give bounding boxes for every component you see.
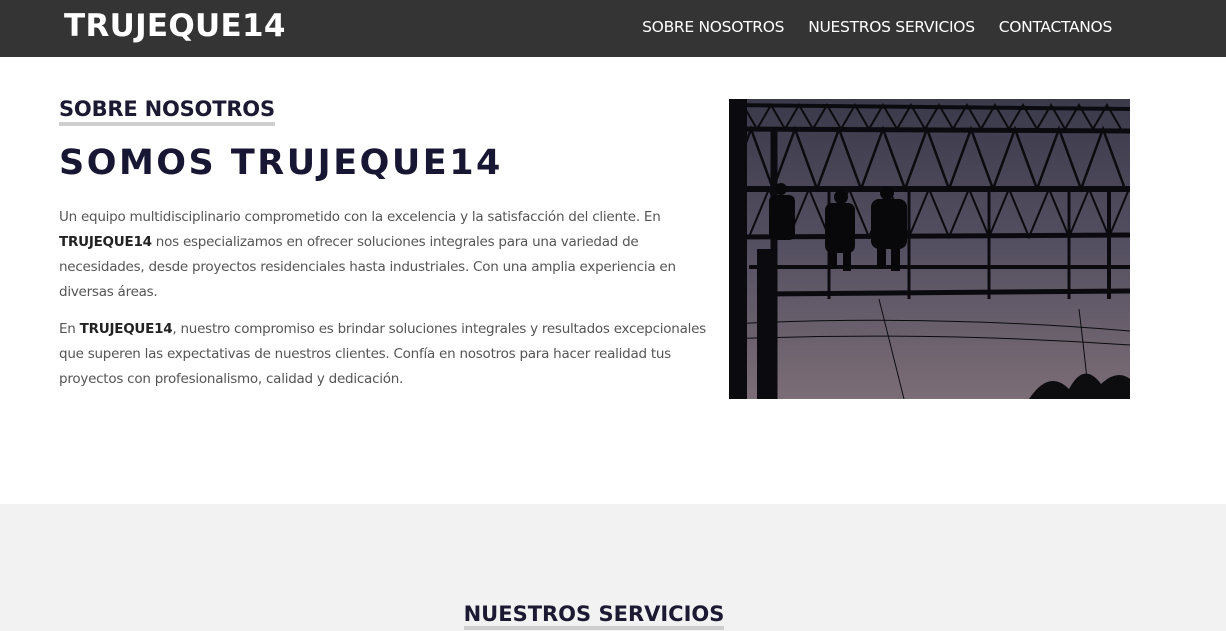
p2-brand: TRUJEQUE14	[79, 321, 173, 337]
services-title-text: NUESTROS SERVICIOS	[463, 602, 725, 630]
p1-brand: TRUJEQUE14	[59, 234, 152, 250]
brand-logo[interactable]: TRUJEQUE14	[64, 8, 286, 44]
about-eyebrow: SOBRE NOSOTROS	[59, 97, 275, 126]
nav-link-nuestros-servicios[interactable]: NUESTROS SERVICIOS	[808, 18, 975, 36]
nav-menu: SOBRE NOSOTROS NUESTROS SERVICIOS CONTAC…	[642, 18, 1112, 36]
p1-text-after: nos especializamos en ofrecer soluciones…	[59, 234, 676, 300]
steel-structure-image	[729, 99, 1130, 399]
services-title: NUESTROS SERVICIOS	[0, 602, 1188, 630]
nav-link-sobre-nosotros[interactable]: SOBRE NOSOTROS	[642, 18, 784, 36]
p1-text-before: Un equipo multidisciplinario comprometid…	[59, 209, 661, 225]
p2-text-before: En	[59, 321, 80, 337]
nav-link-contactanos[interactable]: CONTACTANOS	[999, 18, 1113, 36]
about-paragraph-1: Un equipo multidisciplinario comprometid…	[59, 205, 709, 305]
services-section: NUESTROS SERVICIOS	[0, 504, 1226, 631]
about-section: SOBRE NOSOTROS SOMOS TRUJEQUE14 Un equip…	[0, 57, 1226, 504]
about-paragraph-2: En TRUJEQUE14, nuestro compromiso es bri…	[59, 317, 709, 392]
top-navbar: TRUJEQUE14 SOBRE NOSOTROS NUESTROS SERVI…	[0, 0, 1226, 57]
about-headline: SOMOS TRUJEQUE14	[59, 143, 503, 183]
construction-photo	[729, 99, 1130, 399]
